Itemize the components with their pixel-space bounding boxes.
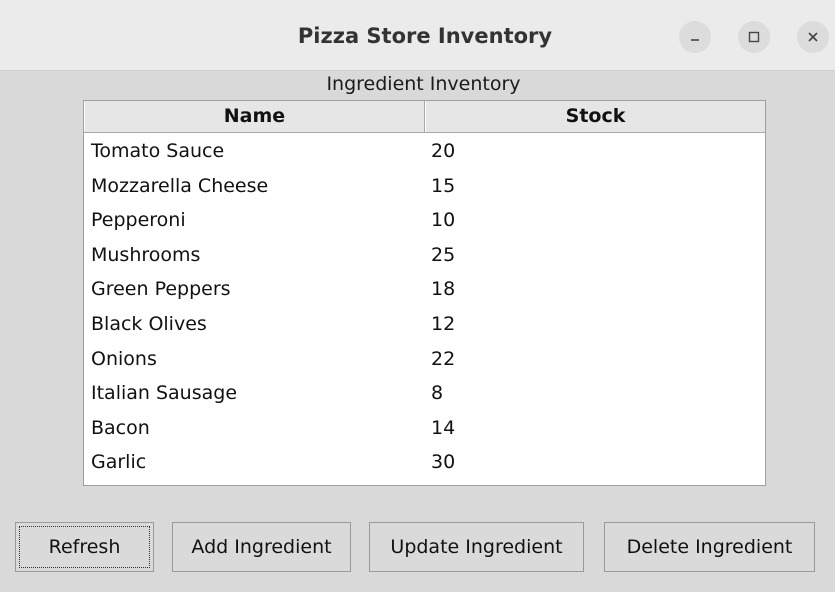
- delete-ingredient-button-label: Delete Ingredient: [626, 536, 793, 558]
- table-row[interactable]: Black Olives 12: [84, 307, 765, 342]
- cell-name: Italian Sausage: [91, 382, 238, 405]
- column-header-name[interactable]: Name: [84, 101, 425, 132]
- cell-stock: 10: [431, 209, 456, 232]
- column-header-stock[interactable]: Stock: [425, 101, 765, 132]
- table-body: Tomato Sauce 20 Mozzarella Cheese 15 Pep…: [84, 134, 765, 480]
- cell-name: Tomato Sauce: [91, 140, 225, 162]
- cell-stock: 22: [431, 347, 456, 370]
- title-bar: Pizza Store Inventory: [0, 0, 835, 71]
- maximize-icon: [748, 31, 760, 43]
- close-icon: [808, 32, 818, 42]
- delete-ingredient-button[interactable]: Delete Ingredient: [604, 522, 815, 572]
- refresh-button-label: Refresh: [48, 536, 121, 558]
- table-row[interactable]: Tomato Sauce 20: [84, 134, 765, 169]
- table-row[interactable]: Green Peppers 18: [84, 272, 765, 307]
- table-row[interactable]: Pepperoni 10: [84, 203, 765, 238]
- inventory-table[interactable]: Name Stock Tomato Sauce 20 Mozzarella Ch…: [83, 100, 766, 486]
- table-row[interactable]: Garlic 30: [84, 445, 765, 480]
- table-row[interactable]: Bacon 14: [84, 411, 765, 446]
- table-row[interactable]: Mozzarella Cheese 15: [84, 169, 765, 204]
- table-row[interactable]: Italian Sausage 8: [84, 376, 765, 411]
- add-ingredient-button-label: Add Ingredient: [191, 536, 332, 558]
- cell-name: Pepperoni: [91, 209, 186, 232]
- cell-name: Green Peppers: [91, 278, 231, 301]
- cell-name: Garlic: [91, 451, 147, 474]
- cell-stock: 25: [431, 243, 456, 266]
- table-row[interactable]: Onions 22: [84, 342, 765, 377]
- close-button[interactable]: [797, 21, 829, 53]
- cell-stock: 15: [431, 174, 456, 197]
- table-header: Name Stock: [84, 101, 765, 133]
- minimize-button[interactable]: [679, 21, 711, 53]
- cell-name: Mozzarella Cheese: [91, 174, 269, 197]
- inventory-caption: Ingredient Inventory: [326, 73, 521, 95]
- add-ingredient-button[interactable]: Add Ingredient: [172, 522, 351, 572]
- maximize-button[interactable]: [738, 21, 770, 53]
- update-ingredient-button[interactable]: Update Ingredient: [369, 522, 584, 572]
- cell-name: Mushrooms: [91, 243, 201, 266]
- app-window: Pizza Store Inventory Ingredient Invento…: [0, 0, 835, 592]
- cell-stock: 30: [431, 451, 456, 474]
- cell-name: Black Olives: [91, 312, 207, 335]
- cell-stock: 8: [431, 382, 444, 405]
- cell-stock: 18: [431, 278, 456, 301]
- refresh-button[interactable]: Refresh: [15, 522, 154, 572]
- cell-stock: 20: [431, 140, 456, 162]
- table-row[interactable]: Mushrooms 25: [84, 238, 765, 273]
- cell-name: Bacon: [91, 416, 150, 439]
- update-ingredient-button-label: Update Ingredient: [390, 536, 563, 558]
- cell-name: Onions: [91, 347, 157, 370]
- minimize-icon: [691, 39, 699, 41]
- cell-stock: 14: [431, 416, 456, 439]
- cell-stock: 12: [431, 312, 456, 335]
